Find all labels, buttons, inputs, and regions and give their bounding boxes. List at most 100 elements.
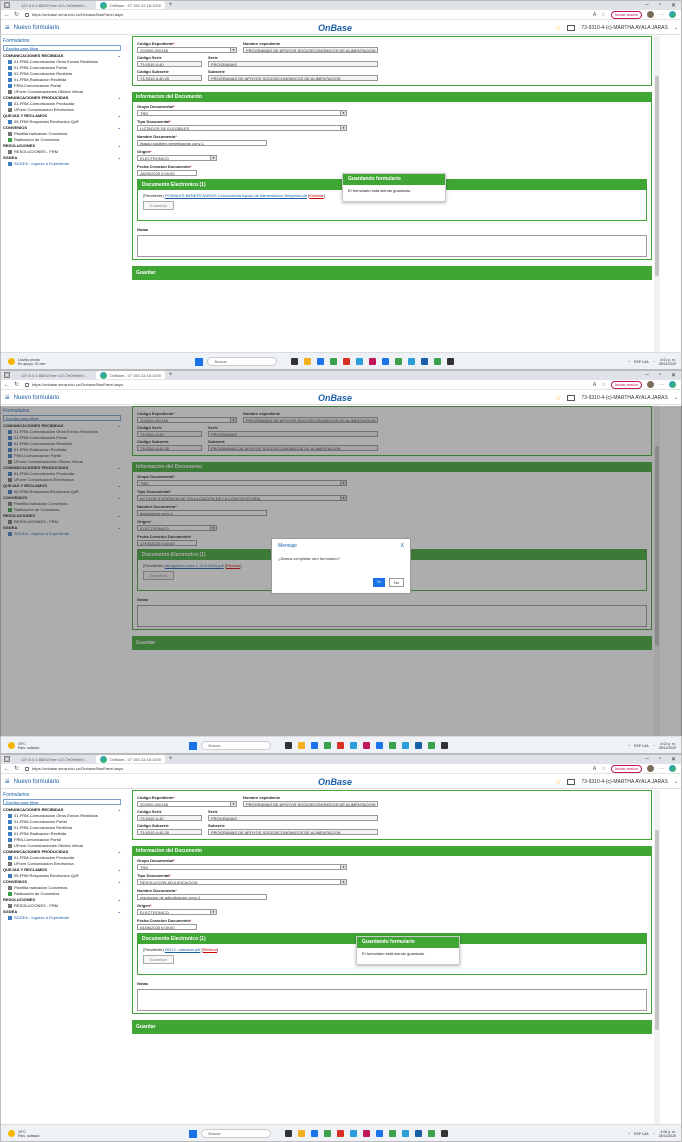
- maximize-icon[interactable]: ▫: [659, 756, 661, 763]
- wifi-icon[interactable]: ◔: [653, 1132, 655, 1136]
- browse-button[interactable]: Examinar: [143, 201, 174, 210]
- browser-tab-active[interactable]: OnBase - 07 160 22:18:1000: [95, 755, 165, 763]
- favorite-star-icon[interactable]: ☆: [601, 382, 605, 388]
- form-item-selected[interactable]: SGDEA - Ingreso a Expediente: [3, 161, 121, 167]
- save-button[interactable]: Guardar: [136, 1024, 155, 1030]
- scrollbar-thumb[interactable]: [655, 76, 659, 276]
- remove-file-link[interactable]: Eliminar: [203, 947, 217, 952]
- signin-button[interactable]: Iniciar sesión: [610, 380, 642, 389]
- taskbar-search[interactable]: Buscar: [207, 357, 278, 366]
- copilot-icon[interactable]: [669, 11, 676, 18]
- hamburger-menu-icon[interactable]: ≡: [5, 393, 10, 402]
- more-icon[interactable]: ···: [659, 766, 664, 772]
- mail-icon[interactable]: [567, 24, 576, 31]
- read-aloud-icon[interactable]: A: [593, 766, 596, 772]
- more-icon[interactable]: ···: [659, 12, 664, 18]
- notas-textarea[interactable]: [137, 235, 647, 257]
- favorites-star-icon[interactable]: ☆: [555, 778, 561, 786]
- mail-icon[interactable]: [567, 778, 576, 785]
- app-icon[interactable]: [408, 358, 416, 365]
- wifi-icon[interactable]: ◔: [653, 744, 655, 748]
- app-icon[interactable]: [337, 1130, 345, 1137]
- profile-avatar[interactable]: [647, 381, 654, 388]
- sidebar-search-input[interactable]: Escriba para filtrar: [3, 799, 121, 805]
- folder-icon[interactable]: [298, 742, 306, 749]
- taskbar-search[interactable]: Buscar: [201, 741, 272, 750]
- new-tab-button[interactable]: +: [169, 372, 173, 378]
- new-form-label[interactable]: Nuevo formulario: [14, 25, 60, 31]
- minimize-icon[interactable]: –: [645, 372, 648, 379]
- folder-icon[interactable]: [298, 1130, 306, 1137]
- app-icon[interactable]: [402, 1130, 410, 1137]
- app-icon[interactable]: [369, 358, 377, 365]
- user-name[interactable]: 73-9310-4-(c)-MARTHA AYALA JARAS: [581, 395, 667, 401]
- mail-icon[interactable]: [567, 394, 576, 401]
- browse-button[interactable]: Examinar: [143, 955, 174, 964]
- edge-icon[interactable]: [356, 358, 364, 365]
- language-indicator[interactable]: ESP LAA: [634, 744, 649, 748]
- back-icon[interactable]: ←: [4, 766, 10, 772]
- app-icon[interactable]: [363, 1130, 371, 1137]
- browser-tab[interactable]: 127.0.0.1:8020/?ver=4.0-7e00eeb0…: [14, 371, 92, 379]
- app-icon[interactable]: [317, 358, 325, 365]
- close-icon[interactable]: ✕: [671, 2, 676, 9]
- origen-select[interactable]: ELECTRONICO ▼: [137, 909, 217, 915]
- browser-tab[interactable]: 127.0.0.1:8020/?ver=4.0-7e00eeb0…: [14, 1, 92, 9]
- app-icon[interactable]: [428, 742, 436, 749]
- edge-icon[interactable]: [350, 1130, 358, 1137]
- app-icon[interactable]: [311, 742, 319, 749]
- tray-chevron-icon[interactable]: ^: [628, 1132, 630, 1136]
- app-icon[interactable]: [311, 1130, 319, 1137]
- app-icon[interactable]: [415, 1130, 423, 1137]
- refresh-icon[interactable]: ↻: [14, 765, 19, 772]
- form-item-selected[interactable]: SGDEA - Ingreso a Expediente: [3, 915, 121, 921]
- tipo-documental-select[interactable]: LISTADOS DE ELEGIBLES ▼: [137, 125, 347, 131]
- remove-file-link[interactable]: Eliminar: [309, 193, 323, 198]
- windows-start-icon[interactable]: [189, 741, 198, 750]
- app-icon[interactable]: [428, 1130, 436, 1137]
- hamburger-menu-icon[interactable]: ≡: [5, 777, 10, 786]
- edge-icon[interactable]: [350, 742, 358, 749]
- app-icon[interactable]: [402, 742, 410, 749]
- attached-file-link[interactable]: 00571 -radicada.pdf: [165, 947, 201, 952]
- browser-tab-active[interactable]: OnBase - 07 160 22:18:1000: [95, 371, 165, 379]
- app-icon[interactable]: [376, 1130, 384, 1137]
- user-name[interactable]: 73-9310-4-(c)-MARTHA AYALA JARAS: [581, 779, 667, 785]
- browser-tab-active[interactable]: OnBase - 07 160 22:18:1000: [95, 1, 165, 9]
- notas-textarea[interactable]: [137, 989, 647, 1011]
- favorites-star-icon[interactable]: ☆: [555, 394, 561, 402]
- minimize-icon[interactable]: –: [645, 2, 648, 9]
- grupo-documental-select[interactable]: TRD ▼: [137, 110, 347, 116]
- url-field[interactable]: https://onbase.sena.edu.co/Onbase/NavPan…: [25, 11, 255, 18]
- refresh-icon[interactable]: ↻: [14, 381, 19, 388]
- maximize-icon[interactable]: ▫: [659, 2, 661, 9]
- profile-avatar[interactable]: [647, 11, 654, 18]
- refresh-icon[interactable]: ↻: [14, 11, 19, 18]
- weather-widget[interactable]: Llovido pronto En apoyo: 20 mm: [8, 358, 45, 366]
- copilot-icon[interactable]: [669, 381, 676, 388]
- windows-start-icon[interactable]: [189, 1129, 198, 1138]
- url-field[interactable]: https://onbase.sena.edu.co/Onbase/NavPan…: [25, 381, 255, 388]
- window-menu-icon[interactable]: ▢: [4, 756, 10, 762]
- clock[interactable]: 4:06 p. m. 28/11/2025: [659, 1130, 676, 1138]
- language-indicator[interactable]: ESP LAA: [634, 360, 649, 364]
- chevron-down-icon[interactable]: ⌄: [674, 779, 678, 785]
- app-icon[interactable]: [363, 742, 371, 749]
- sidebar-search-input[interactable]: Escriba para filtrar: [3, 45, 121, 51]
- app-icon[interactable]: [447, 358, 455, 365]
- new-tab-button[interactable]: +: [169, 2, 173, 8]
- read-aloud-icon[interactable]: A: [593, 382, 596, 388]
- app-icon[interactable]: [337, 742, 345, 749]
- app-icon[interactable]: [415, 742, 423, 749]
- profile-avatar[interactable]: [647, 765, 654, 772]
- grupo-documental-select[interactable]: TRD ▼: [137, 864, 347, 870]
- new-tab-button[interactable]: +: [169, 756, 173, 762]
- taskbar-search[interactable]: Buscar: [201, 1129, 272, 1138]
- copilot-icon[interactable]: [669, 765, 676, 772]
- app-icon[interactable]: [376, 742, 384, 749]
- app-icon[interactable]: [285, 742, 293, 749]
- app-icon[interactable]: [389, 1130, 397, 1137]
- yes-button[interactable]: Sí: [373, 578, 385, 587]
- tipo-documental-select[interactable]: RESOLUCION ADJUDICACION ▼: [137, 879, 347, 885]
- clock[interactable]: 4:01 p. m. 28/11/2025: [659, 358, 676, 366]
